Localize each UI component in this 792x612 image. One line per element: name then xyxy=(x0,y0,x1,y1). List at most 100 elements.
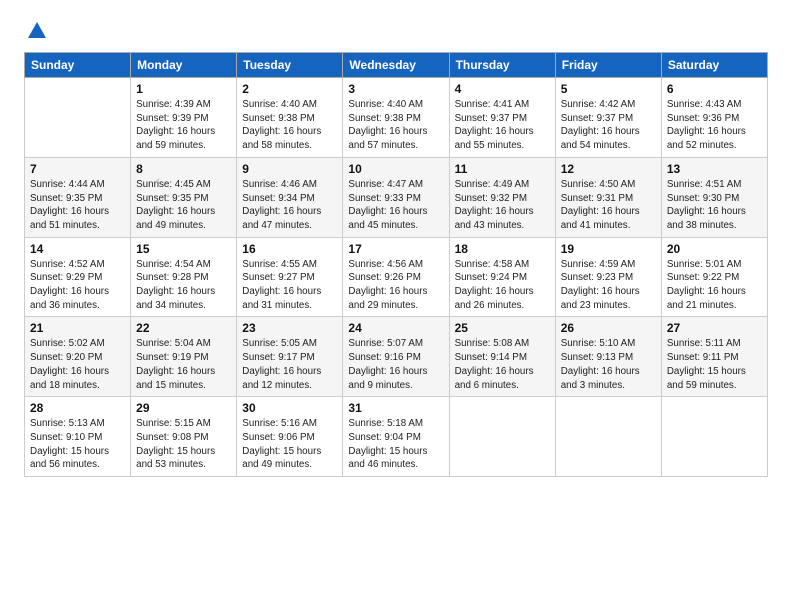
day-info: Sunrise: 4:59 AMSunset: 9:23 PMDaylight:… xyxy=(561,258,656,313)
calendar-cell: 18 Sunrise: 4:58 AMSunset: 9:24 PMDayligh… xyxy=(449,237,555,317)
column-header-tuesday: Tuesday xyxy=(237,53,343,78)
day-info: Sunrise: 4:41 AMSunset: 9:37 PMDaylight:… xyxy=(455,98,550,153)
week-row-2: 7 Sunrise: 4:44 AMSunset: 9:35 PMDaylight… xyxy=(25,157,768,237)
day-info: Sunrise: 5:05 AMSunset: 9:17 PMDaylight:… xyxy=(242,337,337,392)
day-info: Sunrise: 5:11 AMSunset: 9:11 PMDaylight:… xyxy=(667,337,762,392)
column-header-thursday: Thursday xyxy=(449,53,555,78)
week-row-3: 14 Sunrise: 4:52 AMSunset: 9:29 PMDayligh… xyxy=(25,237,768,317)
calendar-cell: 23 Sunrise: 5:05 AMSunset: 9:17 PMDayligh… xyxy=(237,317,343,397)
day-info: Sunrise: 5:18 AMSunset: 9:04 PMDaylight:… xyxy=(348,417,443,472)
day-info: Sunrise: 4:51 AMSunset: 9:30 PMDaylight:… xyxy=(667,178,762,233)
calendar-cell: 14 Sunrise: 4:52 AMSunset: 9:29 PMDayligh… xyxy=(25,237,131,317)
day-info: Sunrise: 4:44 AMSunset: 9:35 PMDaylight:… xyxy=(30,178,125,233)
calendar-cell: 10Sunrise: 4:47 AMSunset: 9:33 PMDayligh… xyxy=(343,157,449,237)
day-info: Sunrise: 5:04 AMSunset: 9:19 PMDaylight:… xyxy=(136,337,231,392)
calendar-cell: 7 Sunrise: 4:44 AMSunset: 9:35 PMDaylight… xyxy=(25,157,131,237)
day-info: Sunrise: 4:39 AMSunset: 9:39 PMDaylight:… xyxy=(136,98,231,153)
day-info: Sunrise: 5:10 AMSunset: 9:13 PMDaylight:… xyxy=(561,337,656,392)
day-number: 27 xyxy=(667,321,762,335)
calendar-cell: 13 Sunrise: 4:51 AMSunset: 9:30 PMDayligh… xyxy=(661,157,767,237)
day-number: 7 xyxy=(30,162,125,176)
day-number: 10 xyxy=(348,162,443,176)
column-header-friday: Friday xyxy=(555,53,661,78)
day-info: Sunrise: 5:07 AMSunset: 9:16 PMDaylight:… xyxy=(348,337,443,392)
day-info: Sunrise: 4:45 AMSunset: 9:35 PMDaylight:… xyxy=(136,178,231,233)
calendar-header-row: SundayMondayTuesdayWednesdayThursdayFrid… xyxy=(25,53,768,78)
calendar-cell: 29 Sunrise: 5:15 AMSunset: 9:08 PMDayligh… xyxy=(131,397,237,477)
calendar-cell: 4 Sunrise: 4:41 AMSunset: 9:37 PMDaylight… xyxy=(449,78,555,158)
day-number: 4 xyxy=(455,82,550,96)
day-number: 24 xyxy=(348,321,443,335)
day-number: 9 xyxy=(242,162,337,176)
day-number: 8 xyxy=(136,162,231,176)
day-info: Sunrise: 5:02 AMSunset: 9:20 PMDaylight:… xyxy=(30,337,125,392)
calendar-cell: 1 Sunrise: 4:39 AMSunset: 9:39 PMDaylight… xyxy=(131,78,237,158)
day-info: Sunrise: 4:52 AMSunset: 9:29 PMDaylight:… xyxy=(30,258,125,313)
day-info: Sunrise: 5:01 AMSunset: 9:22 PMDaylight:… xyxy=(667,258,762,313)
day-info: Sunrise: 5:16 AMSunset: 9:06 PMDaylight:… xyxy=(242,417,337,472)
day-number: 30 xyxy=(242,401,337,415)
day-number: 19 xyxy=(561,242,656,256)
calendar-cell xyxy=(661,397,767,477)
column-header-saturday: Saturday xyxy=(661,53,767,78)
calendar-cell: 31 Sunrise: 5:18 AMSunset: 9:04 PMDayligh… xyxy=(343,397,449,477)
day-number: 12 xyxy=(561,162,656,176)
day-number: 6 xyxy=(667,82,762,96)
day-number: 15 xyxy=(136,242,231,256)
calendar-cell: 6 Sunrise: 4:43 AMSunset: 9:36 PMDaylight… xyxy=(661,78,767,158)
calendar-cell: 2Sunrise: 4:40 AMSunset: 9:38 PMDaylight… xyxy=(237,78,343,158)
calendar-body: 1 Sunrise: 4:39 AMSunset: 9:39 PMDaylight… xyxy=(25,78,768,477)
calendar-cell: 30 Sunrise: 5:16 AMSunset: 9:06 PMDayligh… xyxy=(237,397,343,477)
day-number: 17 xyxy=(348,242,443,256)
day-number: 25 xyxy=(455,321,550,335)
day-info: Sunrise: 4:50 AMSunset: 9:31 PMDaylight:… xyxy=(561,178,656,233)
calendar-table: SundayMondayTuesdayWednesdayThursdayFrid… xyxy=(24,52,768,477)
calendar-cell: 20 Sunrise: 5:01 AMSunset: 9:22 PMDayligh… xyxy=(661,237,767,317)
day-number: 18 xyxy=(455,242,550,256)
calendar-cell xyxy=(25,78,131,158)
week-row-5: 28 Sunrise: 5:13 AMSunset: 9:10 PMDayligh… xyxy=(25,397,768,477)
calendar-cell xyxy=(555,397,661,477)
day-info: Sunrise: 5:13 AMSunset: 9:10 PMDaylight:… xyxy=(30,417,125,472)
day-number: 22 xyxy=(136,321,231,335)
day-info: Sunrise: 5:08 AMSunset: 9:14 PMDaylight:… xyxy=(455,337,550,392)
calendar-cell: 15Sunrise: 4:54 AMSunset: 9:28 PMDayligh… xyxy=(131,237,237,317)
day-info: Sunrise: 4:55 AMSunset: 9:27 PMDaylight:… xyxy=(242,258,337,313)
day-info: Sunrise: 4:58 AMSunset: 9:24 PMDaylight:… xyxy=(455,258,550,313)
column-header-wednesday: Wednesday xyxy=(343,53,449,78)
calendar-cell: 12 Sunrise: 4:50 AMSunset: 9:31 PMDayligh… xyxy=(555,157,661,237)
logo-icon xyxy=(26,20,48,42)
column-header-sunday: Sunday xyxy=(25,53,131,78)
day-number: 29 xyxy=(136,401,231,415)
day-number: 26 xyxy=(561,321,656,335)
day-info: Sunrise: 4:43 AMSunset: 9:36 PMDaylight:… xyxy=(667,98,762,153)
column-header-monday: Monday xyxy=(131,53,237,78)
calendar-cell: 9 Sunrise: 4:46 AMSunset: 9:34 PMDaylight… xyxy=(237,157,343,237)
calendar-cell: 22 Sunrise: 5:04 AMSunset: 9:19 PMDayligh… xyxy=(131,317,237,397)
day-number: 14 xyxy=(30,242,125,256)
calendar-cell: 16Sunrise: 4:55 AMSunset: 9:27 PMDayligh… xyxy=(237,237,343,317)
day-number: 20 xyxy=(667,242,762,256)
day-number: 28 xyxy=(30,401,125,415)
calendar-cell: 5 Sunrise: 4:42 AMSunset: 9:37 PMDaylight… xyxy=(555,78,661,158)
day-info: Sunrise: 5:15 AMSunset: 9:08 PMDaylight:… xyxy=(136,417,231,472)
day-info: Sunrise: 4:56 AMSunset: 9:26 PMDaylight:… xyxy=(348,258,443,313)
day-info: Sunrise: 4:42 AMSunset: 9:37 PMDaylight:… xyxy=(561,98,656,153)
day-info: Sunrise: 4:49 AMSunset: 9:32 PMDaylight:… xyxy=(455,178,550,233)
day-number: 3 xyxy=(348,82,443,96)
day-number: 1 xyxy=(136,82,231,96)
day-number: 31 xyxy=(348,401,443,415)
day-number: 21 xyxy=(30,321,125,335)
header xyxy=(24,20,768,44)
week-row-1: 1 Sunrise: 4:39 AMSunset: 9:39 PMDaylight… xyxy=(25,78,768,158)
day-number: 23 xyxy=(242,321,337,335)
calendar-cell: 19 Sunrise: 4:59 AMSunset: 9:23 PMDayligh… xyxy=(555,237,661,317)
calendar-cell: 11Sunrise: 4:49 AMSunset: 9:32 PMDayligh… xyxy=(449,157,555,237)
calendar-cell: 26 Sunrise: 5:10 AMSunset: 9:13 PMDayligh… xyxy=(555,317,661,397)
calendar-cell: 25 Sunrise: 5:08 AMSunset: 9:14 PMDayligh… xyxy=(449,317,555,397)
day-number: 13 xyxy=(667,162,762,176)
day-number: 5 xyxy=(561,82,656,96)
day-info: Sunrise: 4:40 AMSunset: 9:38 PMDaylight:… xyxy=(348,98,443,153)
day-info: Sunrise: 4:46 AMSunset: 9:34 PMDaylight:… xyxy=(242,178,337,233)
day-number: 2 xyxy=(242,82,337,96)
